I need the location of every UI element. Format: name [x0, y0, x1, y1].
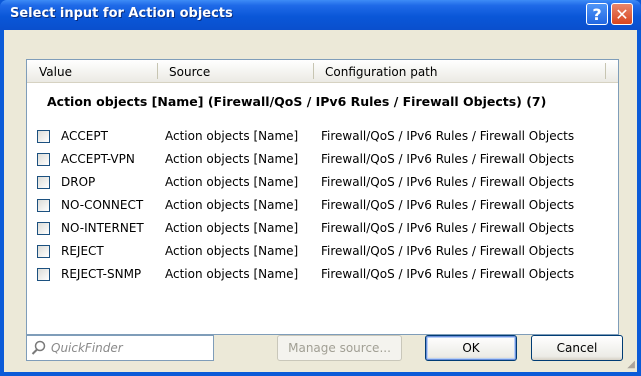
search-icon: [31, 340, 47, 359]
row-source: Action objects [Name]: [165, 198, 299, 212]
row-checkbox[interactable]: [37, 130, 50, 143]
dialog-client-area: Value Source Configuration path Action o…: [4, 30, 637, 372]
list-item[interactable]: NO-CONNECT Action objects [Name] Firewal…: [27, 195, 618, 217]
row-value: NO-CONNECT: [61, 198, 144, 212]
list-item[interactable]: ACCEPT Action objects [Name] Firewall/Qo…: [27, 126, 618, 148]
row-value: NO-INTERNET: [61, 221, 144, 235]
row-checkbox[interactable]: [37, 268, 50, 281]
list-item[interactable]: DROP Action objects [Name] Firewall/QoS …: [27, 172, 618, 194]
row-value: DROP: [61, 175, 96, 189]
column-header-path[interactable]: Configuration path: [325, 65, 437, 79]
dialog-window: Select input for Action objects ? ✕ Valu…: [0, 0, 641, 376]
dialog-title: Select input for Action objects: [10, 6, 233, 21]
row-path: Firewall/QoS / IPv6 Rules / Firewall Obj…: [321, 221, 575, 235]
column-header-source[interactable]: Source: [169, 65, 210, 79]
quickfinder-input[interactable]: QuickFinder: [26, 335, 214, 361]
list-item[interactable]: REJECT Action objects [Name] Firewall/Qo…: [27, 241, 618, 263]
row-source: Action objects [Name]: [165, 267, 299, 281]
value-list[interactable]: Value Source Configuration path Action o…: [26, 59, 619, 335]
row-checkbox[interactable]: [37, 222, 50, 235]
column-divider[interactable]: [313, 63, 314, 79]
row-path: Firewall/QoS / IPv6 Rules / Firewall Obj…: [321, 198, 575, 212]
row-source: Action objects [Name]: [165, 175, 299, 189]
resize-grip[interactable]: ◢: [627, 359, 635, 370]
quickfinder-placeholder: QuickFinder: [51, 341, 123, 355]
row-value: ACCEPT-VPN: [61, 152, 135, 166]
cancel-button[interactable]: Cancel: [531, 335, 623, 361]
row-value: REJECT: [61, 244, 104, 258]
close-button[interactable]: ✕: [611, 3, 633, 25]
group-header: Action objects [Name] (Firewall/QoS / IP…: [47, 94, 547, 109]
row-path: Firewall/QoS / IPv6 Rules / Firewall Obj…: [321, 267, 575, 281]
row-source: Action objects [Name]: [165, 221, 299, 235]
row-source: Action objects [Name]: [165, 152, 299, 166]
list-item[interactable]: NO-INTERNET Action objects [Name] Firewa…: [27, 218, 618, 240]
row-value: ACCEPT: [61, 129, 108, 143]
manage-source-button[interactable]: Manage source...: [277, 335, 402, 361]
row-path: Firewall/QoS / IPv6 Rules / Firewall Obj…: [321, 129, 575, 143]
row-path: Firewall/QoS / IPv6 Rules / Firewall Obj…: [321, 175, 575, 189]
column-header-value[interactable]: Value: [39, 65, 72, 79]
list-item[interactable]: REJECT-SNMP Action objects [Name] Firewa…: [27, 264, 618, 286]
row-checkbox[interactable]: [37, 176, 50, 189]
row-source: Action objects [Name]: [165, 244, 299, 258]
list-header: Value Source Configuration path: [27, 60, 618, 83]
column-divider[interactable]: [157, 63, 158, 79]
title-bar[interactable]: Select input for Action objects ? ✕: [0, 0, 641, 30]
list-item[interactable]: ACCEPT-VPN Action objects [Name] Firewal…: [27, 149, 618, 171]
row-path: Firewall/QoS / IPv6 Rules / Firewall Obj…: [321, 244, 575, 258]
help-button[interactable]: ?: [586, 3, 608, 25]
row-checkbox[interactable]: [37, 199, 50, 212]
row-value: REJECT-SNMP: [61, 267, 142, 281]
row-source: Action objects [Name]: [165, 129, 299, 143]
ok-button[interactable]: OK: [425, 335, 517, 361]
row-path: Firewall/QoS / IPv6 Rules / Firewall Obj…: [321, 152, 575, 166]
row-checkbox[interactable]: [37, 245, 50, 258]
row-checkbox[interactable]: [37, 153, 50, 166]
column-divider[interactable]: [605, 63, 606, 79]
